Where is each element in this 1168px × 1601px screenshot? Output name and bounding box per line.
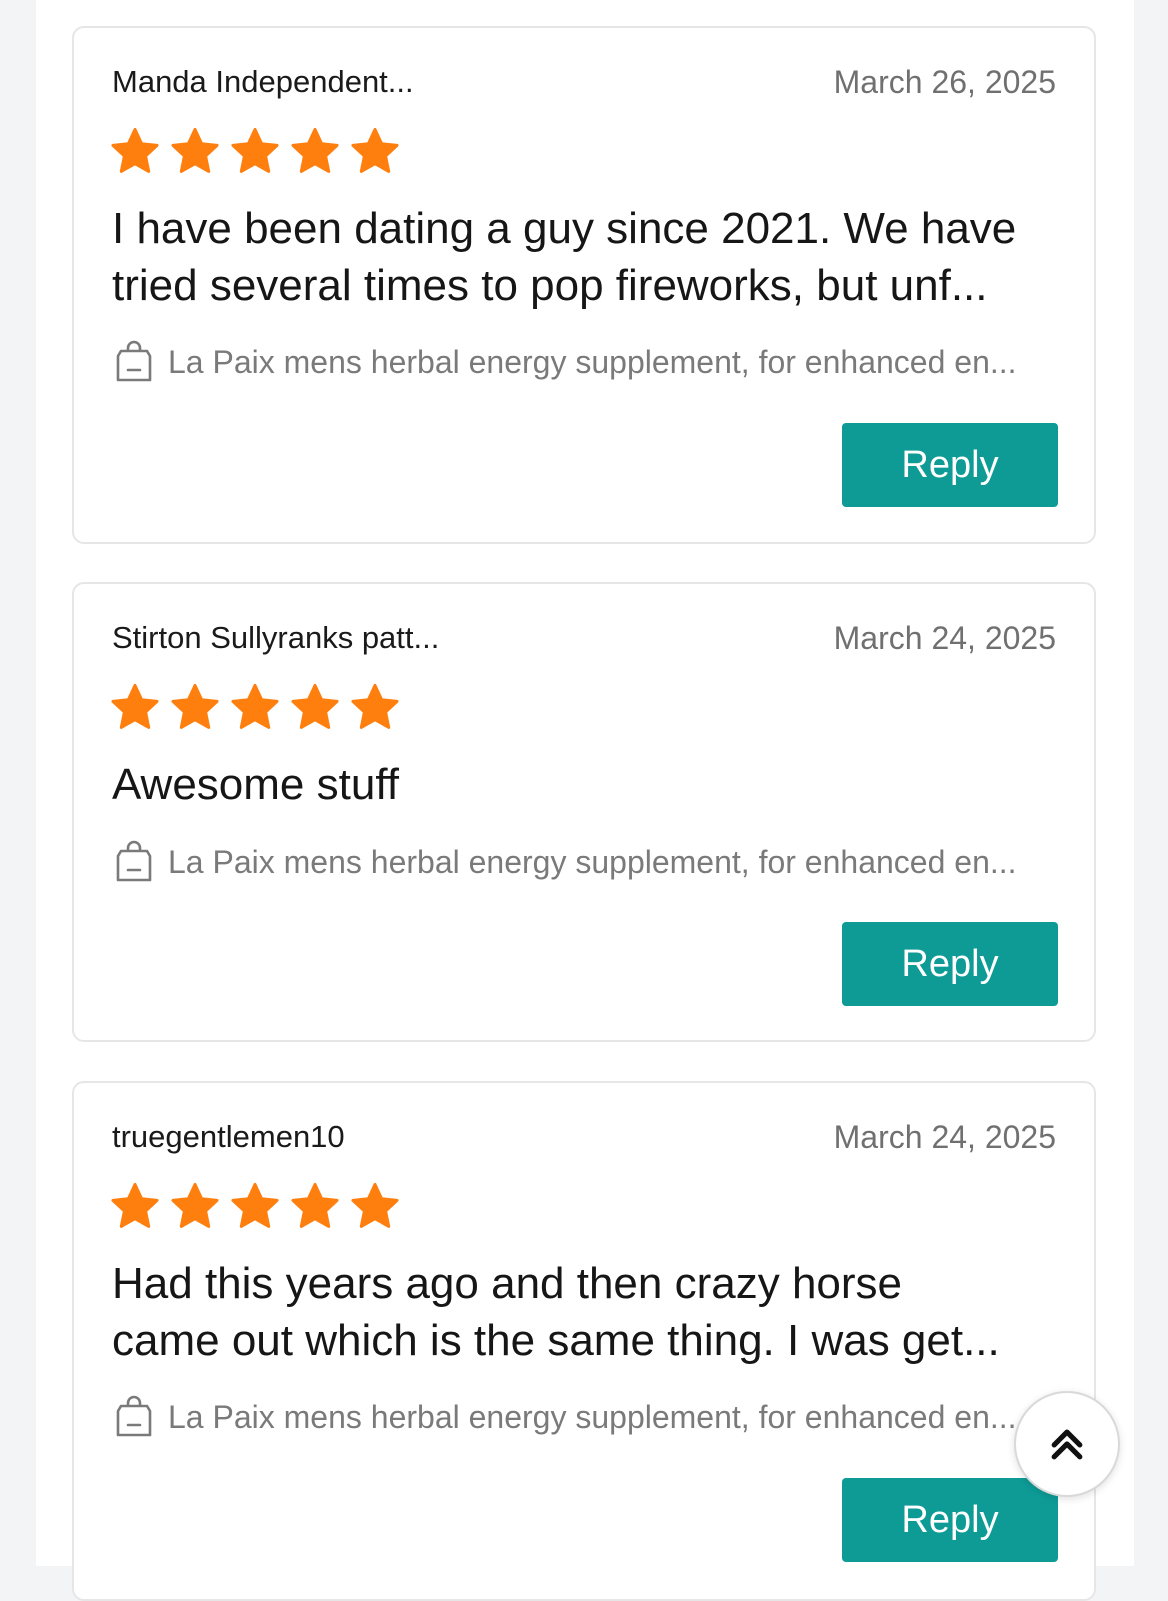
reviewer-name: Stirton Sullyranks patt... (112, 620, 440, 655)
star-icon (111, 127, 159, 173)
review-date: March 24, 2025 (833, 1119, 1056, 1155)
star-icon (171, 683, 219, 729)
review-text[interactable]: Had this years ago and then crazy horse … (112, 1255, 1062, 1369)
star-icon (171, 1182, 219, 1228)
scroll-to-top-button[interactable] (1014, 1391, 1120, 1497)
double-chevron-up-icon (1051, 1429, 1083, 1460)
star-rating (110, 1181, 400, 1231)
star-icon (351, 1182, 399, 1228)
star-icon (351, 683, 399, 729)
star-icon (111, 1182, 159, 1228)
reviewer-name: truegentlemen10 (112, 1119, 345, 1154)
star-icon (231, 127, 279, 173)
shopping-bag-icon (116, 840, 152, 882)
review-card: Stirton Sullyranks patt... March 24, 202… (72, 582, 1096, 1042)
reviewer-name: Manda Independent... (112, 64, 414, 99)
review-card: Manda Independent... March 26, 2025 I ha… (72, 26, 1096, 544)
star-rating (110, 682, 400, 732)
product-link[interactable]: La Paix mens herbal energy supplement, f… (114, 340, 1060, 384)
star-icon (111, 683, 159, 729)
star-icon (231, 683, 279, 729)
product-name: La Paix mens herbal energy supplement, f… (168, 843, 1017, 880)
review-date: March 26, 2025 (833, 64, 1056, 100)
review-card: truegentlemen10 March 24, 2025 Had this … (72, 1081, 1096, 1601)
star-icon (171, 127, 219, 173)
review-date: March 24, 2025 (833, 620, 1056, 656)
shopping-bag-icon (116, 340, 152, 382)
shopping-bag-icon (116, 1395, 152, 1437)
star-icon (231, 1182, 279, 1228)
reply-button[interactable]: Reply (842, 423, 1058, 507)
star-icon (291, 683, 339, 729)
product-link[interactable]: La Paix mens herbal energy supplement, f… (114, 840, 1060, 884)
product-link[interactable]: La Paix mens herbal energy supplement, f… (114, 1395, 1060, 1439)
reply-button[interactable]: Reply (842, 922, 1058, 1006)
product-name: La Paix mens herbal energy supplement, f… (168, 1398, 1017, 1435)
review-text[interactable]: Awesome stuff (112, 756, 1062, 813)
reply-button[interactable]: Reply (842, 1478, 1058, 1562)
star-icon (291, 127, 339, 173)
star-rating (110, 126, 400, 176)
star-icon (351, 127, 399, 173)
star-icon (291, 1182, 339, 1228)
review-text[interactable]: I have been dating a guy since 2021. We … (112, 200, 1062, 314)
product-name: La Paix mens herbal energy supplement, f… (168, 343, 1017, 380)
